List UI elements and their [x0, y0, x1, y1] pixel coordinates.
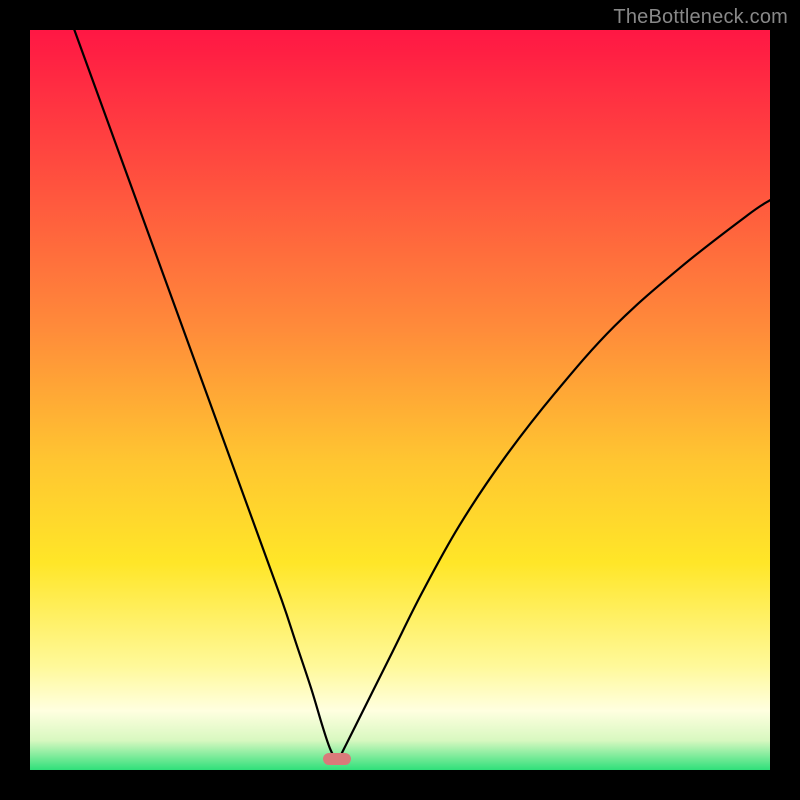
chart-frame: TheBottleneck.com [0, 0, 800, 800]
chart-svg [30, 30, 770, 770]
watermark-text: TheBottleneck.com [613, 6, 788, 29]
minimum-marker [323, 753, 351, 765]
plot-area [30, 30, 770, 770]
gradient-background [30, 30, 770, 770]
